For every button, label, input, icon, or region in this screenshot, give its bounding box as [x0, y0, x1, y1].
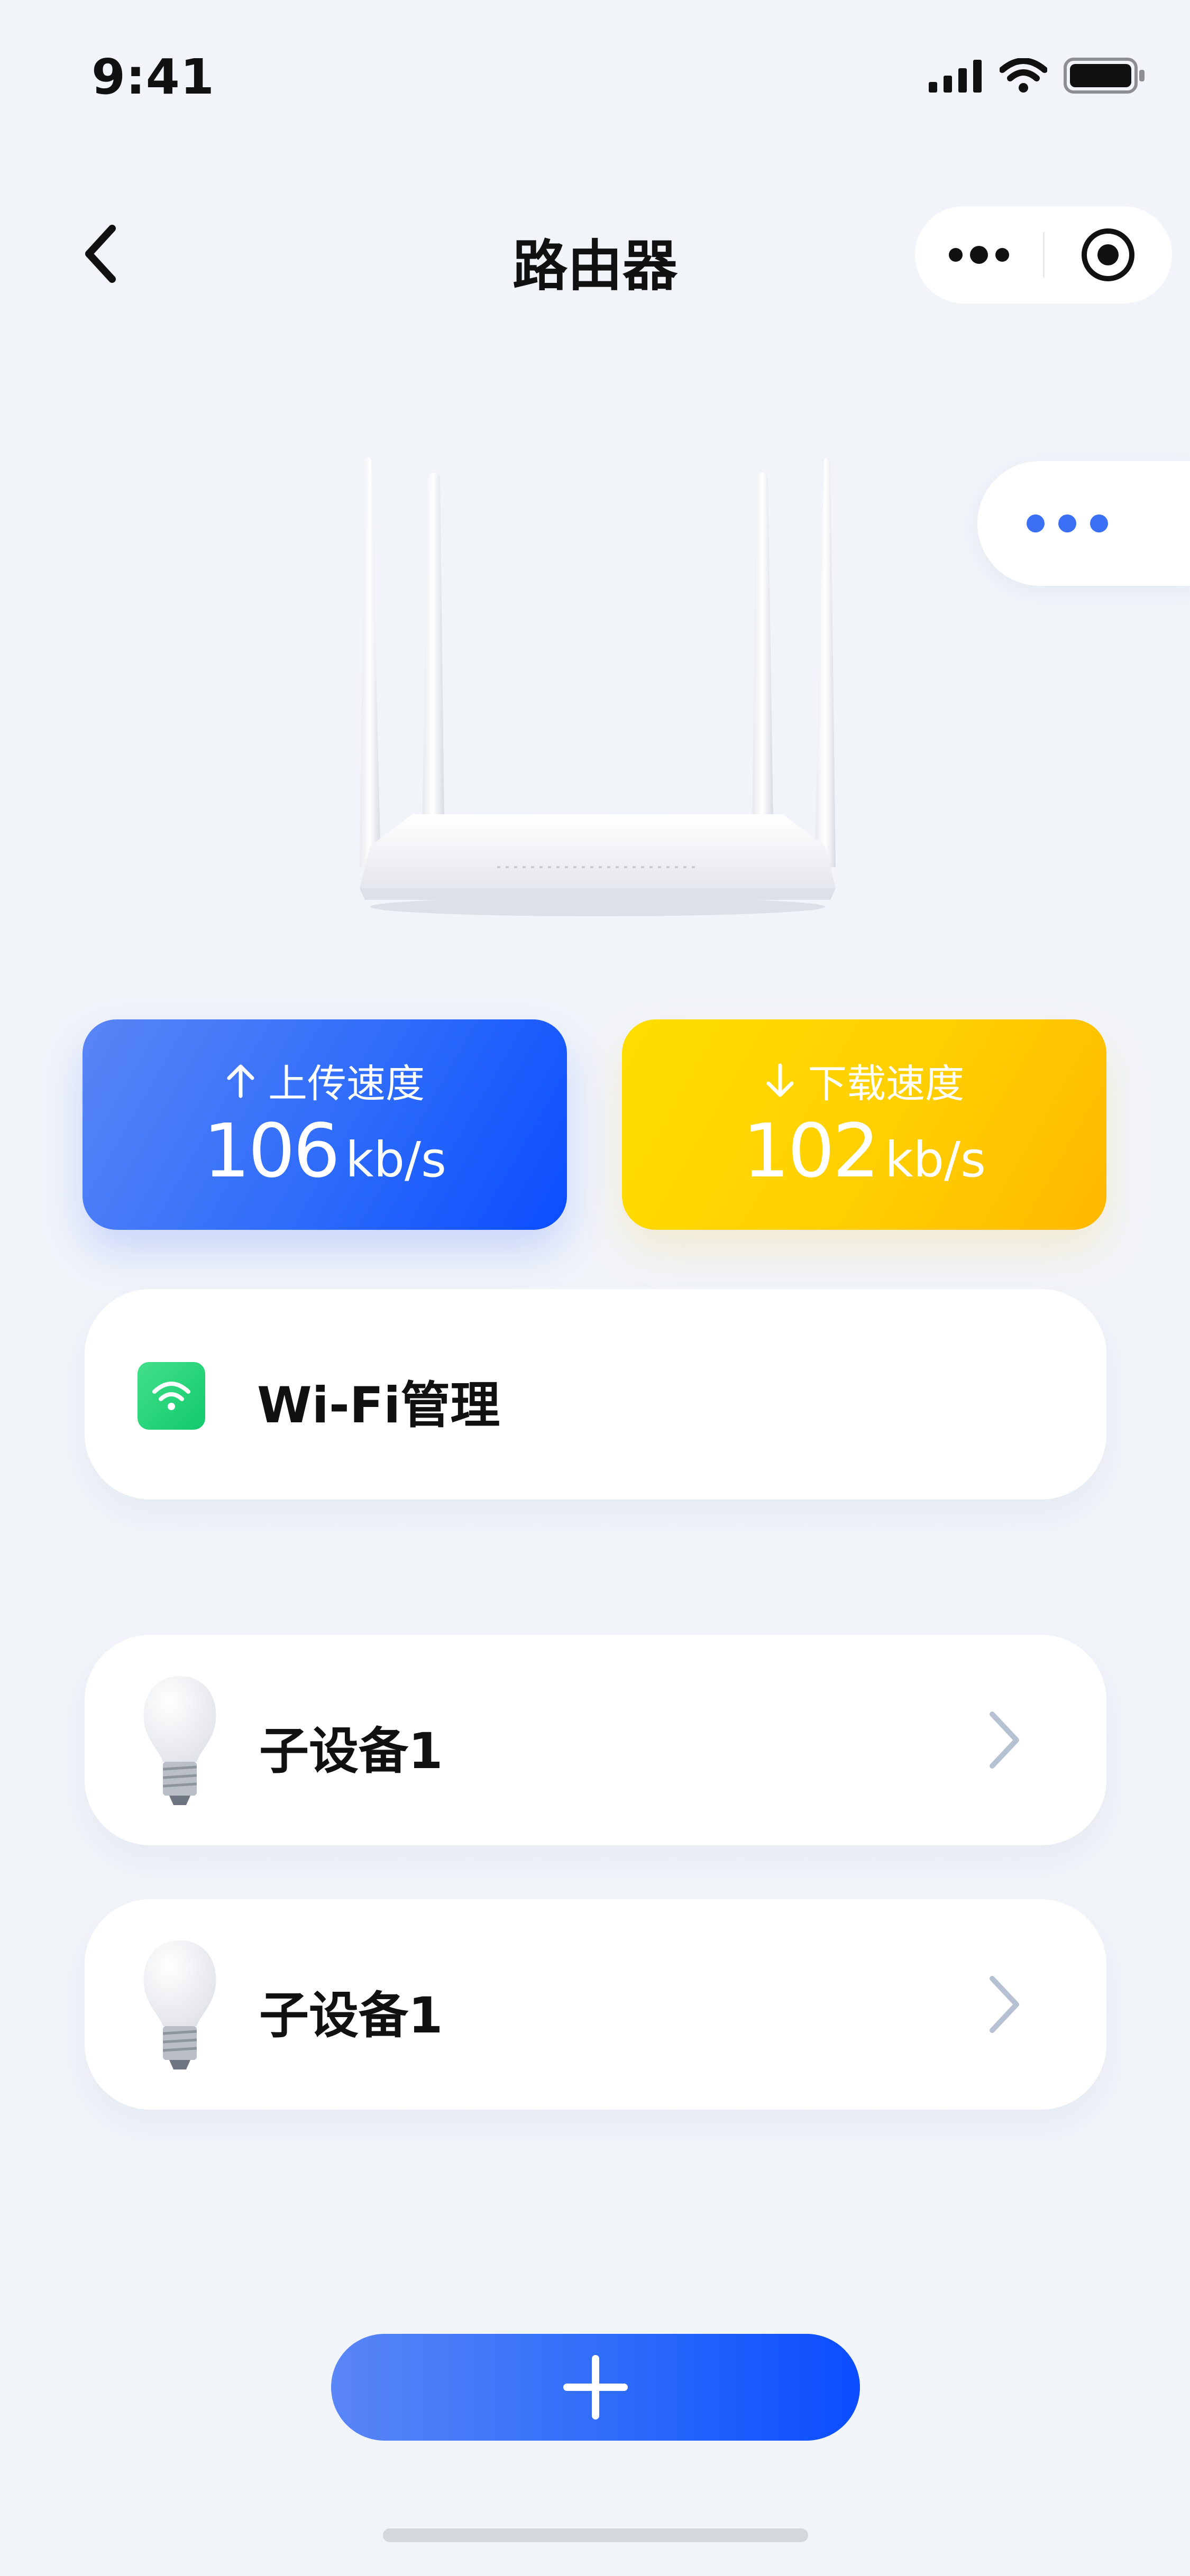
upload-value-row: 106 kb/s [83, 1108, 567, 1194]
upload-label: 上传速度 [268, 1061, 425, 1107]
download-value-row: 102 kb/s [622, 1108, 1106, 1194]
bulb-icon [138, 1936, 222, 2074]
arrow-down-icon [766, 1063, 794, 1097]
more-icon [949, 246, 1009, 264]
capsule-more-button[interactable] [915, 206, 1043, 303]
device-card[interactable]: 子设备1 [85, 1899, 1106, 2110]
upload-value: 106 [203, 1108, 340, 1194]
more-dots-icon [1027, 514, 1108, 532]
wifi-management-label: Wi-Fi管理 [257, 1377, 500, 1434]
device-label: 子设备1 [259, 1987, 443, 2045]
device-card[interactable]: 子设备1 [85, 1635, 1106, 1845]
plus-icon [563, 2355, 628, 2419]
chevron-right-icon [980, 1970, 1027, 2039]
download-label: 下载速度 [808, 1061, 964, 1107]
download-unit: kb/s [885, 1131, 986, 1188]
device-label: 子设备1 [259, 1723, 443, 1780]
capsule-close-button[interactable] [1045, 206, 1171, 303]
wifi-icon [138, 1362, 205, 1430]
float-more-button[interactable] [977, 461, 1190, 586]
status-time: 9:41 [91, 49, 215, 105]
add-device-button[interactable] [331, 2334, 860, 2441]
wifi-status-icon [1000, 58, 1047, 93]
bulb-icon [138, 1672, 222, 1809]
chevron-right-icon [980, 1706, 1027, 1774]
upload-label-row: 上传速度 [83, 1052, 567, 1109]
download-speed-card: 下载速度 102 kb/s [622, 1019, 1106, 1230]
target-icon [1082, 228, 1134, 281]
upload-speed-card: 上传速度 106 kb/s [83, 1019, 567, 1230]
arrow-up-icon [227, 1064, 254, 1098]
signal-icon [929, 60, 982, 93]
upload-unit: kb/s [345, 1131, 446, 1188]
download-value: 102 [743, 1108, 880, 1194]
battery-icon [1064, 58, 1145, 94]
status-icons [929, 57, 1147, 94]
router-image [338, 444, 857, 920]
home-indicator[interactable] [383, 2528, 808, 2542]
capsule-menu [915, 206, 1172, 303]
download-label-row: 下载速度 [622, 1052, 1106, 1109]
wifi-management-card[interactable]: Wi-Fi管理 [85, 1289, 1106, 1499]
